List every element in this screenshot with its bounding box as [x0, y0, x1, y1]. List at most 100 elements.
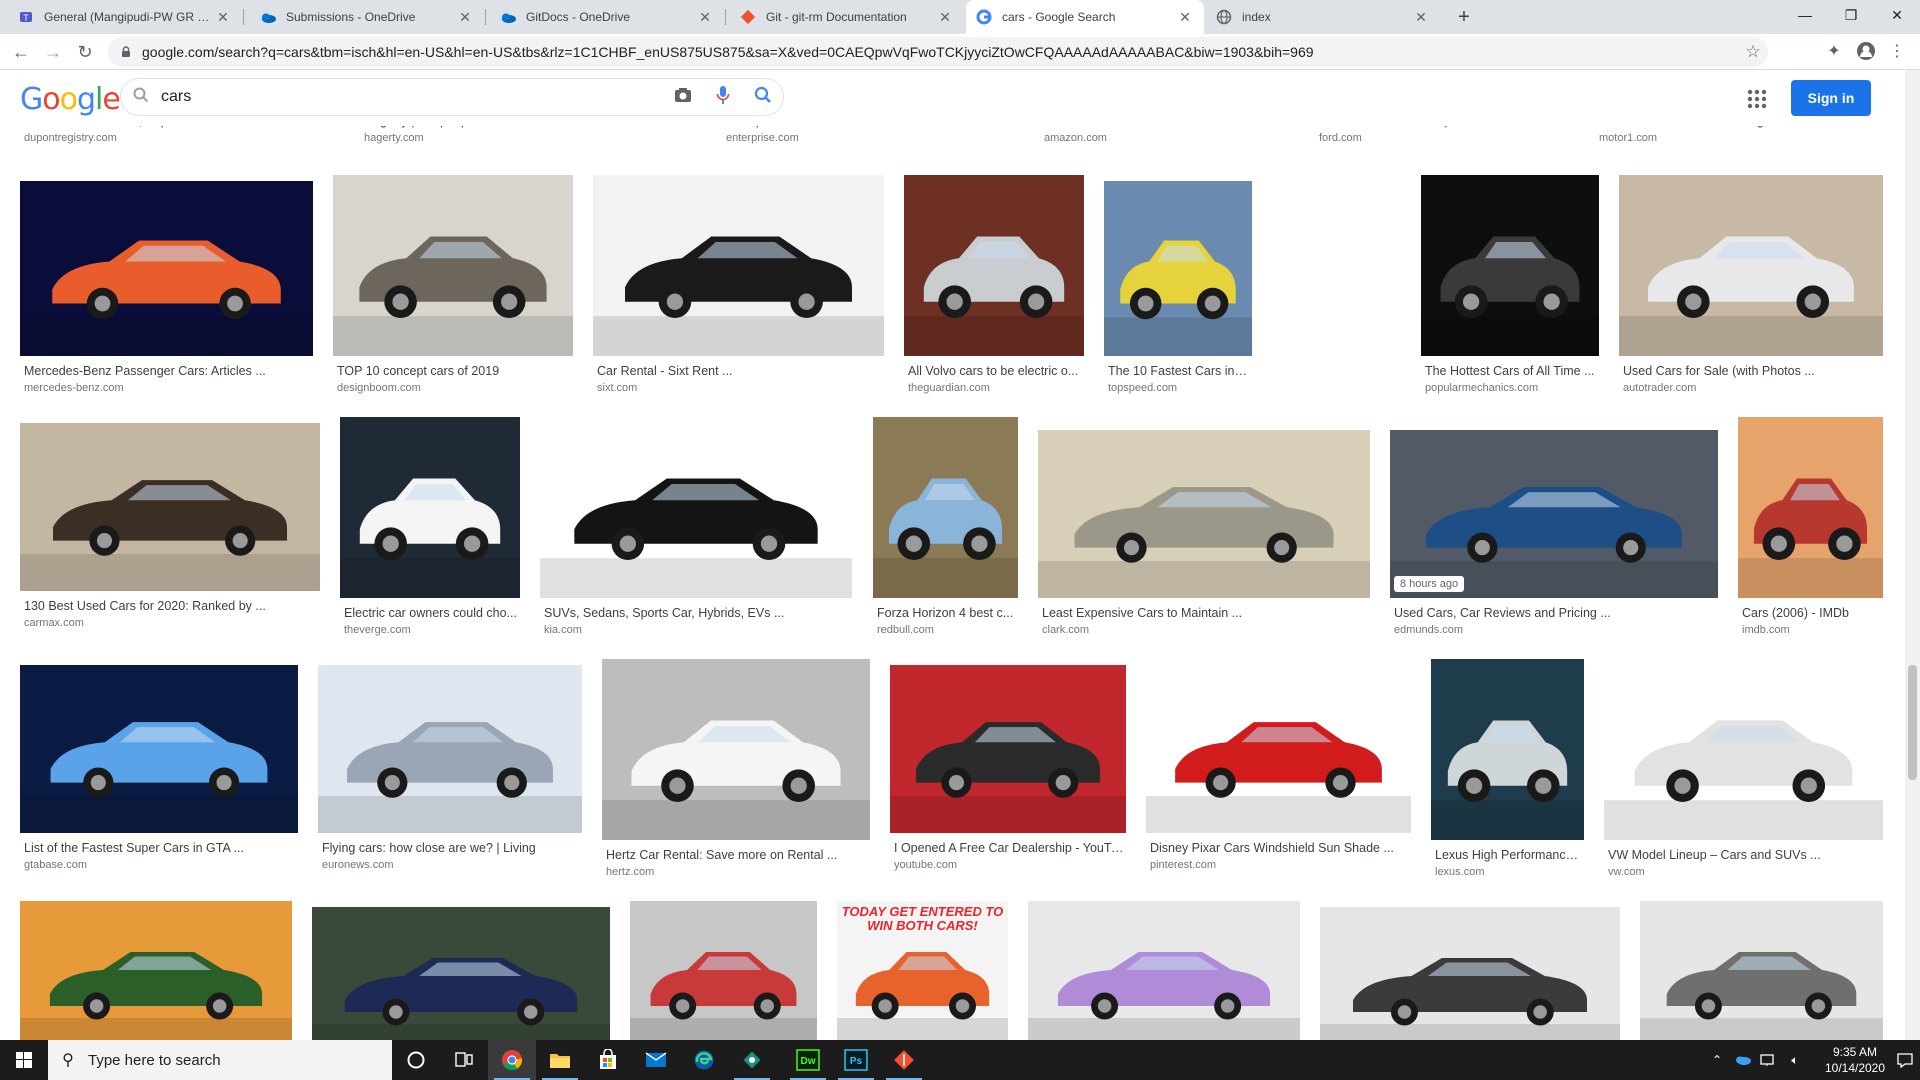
result-source[interactable]: clark.com: [1042, 624, 1089, 636]
result-caption[interactable]: Used Cars, Car Reviews and Pricing ...: [1394, 606, 1716, 620]
result-thumbnail[interactable]: [1028, 901, 1300, 1040]
result-source[interactable]: topspeed.com: [1108, 382, 1177, 394]
image-result-card[interactable]: Disney Pixar Cars Windshield Sun Shade .…: [1146, 665, 1411, 877]
tab-teams[interactable]: T General (Mangipudi-PW GR 11 S ✕: [8, 0, 242, 34]
result-caption[interactable]: Hagerty | For people who lo...: [364, 126, 548, 128]
result-caption[interactable]: Hertz Car Rental: Save more on Rental ..…: [606, 848, 868, 862]
result-thumbnail[interactable]: [873, 417, 1018, 598]
image-result-card[interactable]: Hagerty | For people who lo... hagerty.co…: [360, 126, 550, 150]
git-bash-icon[interactable]: [880, 1040, 928, 1080]
image-result-card[interactable]: Lexus High Performance... lexus.com: [1431, 659, 1584, 884]
chrome-icon[interactable]: [488, 1040, 536, 1080]
image-result-card[interactable]: [312, 907, 610, 1040]
menu-kebab-icon[interactable]: ⋮: [1886, 41, 1908, 63]
result-thumbnail[interactable]: [890, 665, 1126, 833]
result-thumbnail[interactable]: [1738, 417, 1883, 598]
image-result-card[interactable]: Used Cars for Sale (with Photos ... autot…: [1619, 175, 1883, 400]
tab-git-rm-docs[interactable]: Git - git-rm Documentation ✕: [730, 0, 964, 34]
search-box[interactable]: [120, 78, 784, 116]
image-result-card[interactable]: Forza Horizon 4 best c... redbull.com: [873, 417, 1018, 642]
store-icon[interactable]: [584, 1040, 632, 1080]
result-source[interactable]: mercedes-benz.com: [24, 382, 124, 394]
result-thumbnail[interactable]: 8 hours ago: [1390, 430, 1718, 598]
scrollbar-thumb[interactable]: [1908, 665, 1917, 780]
result-source[interactable]: designboom.com: [337, 382, 421, 394]
image-result-card[interactable]: 8 hours ago Used Cars, Car Reviews and Pr…: [1390, 430, 1718, 642]
onedrive-tray-icon[interactable]: [1731, 1040, 1755, 1080]
image-result-card[interactable]: 15 Future Cars Worth Waiting For motor1.c…: [1595, 126, 1895, 150]
result-source[interactable]: theguardian.com: [908, 382, 990, 394]
extensions-icon[interactable]: ✦: [1823, 41, 1845, 63]
result-thumbnail[interactable]: [1431, 659, 1584, 840]
result-thumbnail[interactable]: [340, 417, 520, 598]
result-thumbnail[interactable]: [20, 423, 320, 591]
network-icon[interactable]: [1757, 1040, 1781, 1080]
search-submit-icon[interactable]: [743, 86, 783, 109]
task-view-icon[interactable]: [440, 1040, 488, 1080]
result-source[interactable]: hertz.com: [606, 866, 654, 878]
edge-icon[interactable]: [680, 1040, 728, 1080]
result-thumbnail[interactable]: [1320, 907, 1620, 1040]
dreamweaver-icon[interactable]: Dw: [784, 1040, 832, 1080]
result-caption[interactable]: The Hottest Cars of All Time ...: [1425, 364, 1597, 378]
result-caption[interactable]: Enterprise Rent-A-Car: [726, 126, 1010, 128]
result-caption[interactable]: Used Cars for Sale (with Photos ...: [1623, 364, 1881, 378]
result-caption[interactable]: Electric car owners could cho...: [344, 606, 518, 620]
tab-submissions-onedrive[interactable]: Submissions - OneDrive ✕: [250, 0, 484, 34]
bookmark-star-icon[interactable]: ☆: [1738, 42, 1768, 62]
result-source[interactable]: pinterest.com: [1150, 859, 1216, 871]
result-source[interactable]: edmunds.com: [1394, 624, 1463, 636]
result-source[interactable]: carmax.com: [24, 617, 84, 629]
image-result-card[interactable]: Mercedes-Benz Passenger Cars: Articles .…: [20, 181, 313, 400]
result-thumbnail[interactable]: [1038, 430, 1370, 598]
image-result-card[interactable]: [20, 901, 292, 1040]
result-caption[interactable]: Car Rental - Sixt Rent ...: [597, 364, 882, 378]
close-window-icon[interactable]: ✕: [1874, 0, 1920, 30]
taskbar-search-box[interactable]: ⚲ Type here to search: [48, 1040, 392, 1080]
close-tab-icon[interactable]: ✕: [936, 9, 954, 26]
windows-start-icon[interactable]: [0, 1040, 48, 1080]
image-result-card[interactable]: New Cars from Ford® | Find the Best Car …: [1315, 126, 1585, 150]
mail-icon[interactable]: [632, 1040, 680, 1080]
image-result-card[interactable]: Cars (2006) - IMDb imdb.com: [1738, 417, 1883, 642]
image-result-card[interactable]: [1640, 901, 1883, 1040]
profile-icon[interactable]: [1855, 41, 1877, 63]
result-caption[interactable]: TOP 10 concept cars of 2019: [337, 364, 571, 378]
result-source[interactable]: youtube.com: [894, 859, 957, 871]
result-caption[interactable]: I Opened A Free Car Dealership - YouTu..…: [894, 841, 1124, 855]
result-source[interactable]: popularmechanics.com: [1425, 382, 1538, 394]
microphone-icon[interactable]: [703, 85, 743, 110]
result-source[interactable]: lexus.com: [1435, 866, 1485, 878]
tab-index[interactable]: index ✕: [1206, 0, 1440, 34]
new-tab-button[interactable]: +: [1452, 5, 1476, 29]
tab-gitdocs-onedrive[interactable]: GitDocs - OneDrive ✕: [490, 0, 724, 34]
result-thumbnail[interactable]: [318, 665, 582, 833]
file-explorer-icon[interactable]: [536, 1040, 584, 1080]
page-scrollbar[interactable]: [1905, 70, 1920, 1040]
close-tab-icon[interactable]: ✕: [1412, 9, 1430, 26]
image-result-card[interactable]: Exotic Cars For Sale, Supercars For ... d…: [20, 126, 315, 150]
result-thumbnail[interactable]: [602, 659, 870, 840]
result-caption[interactable]: All Volvo cars to be electric o...: [908, 364, 1082, 378]
google-apps-icon[interactable]: [1745, 87, 1769, 111]
result-caption[interactable]: 15 Future Cars Worth Waiting For: [1599, 126, 1893, 128]
photoshop-icon[interactable]: Ps: [832, 1040, 880, 1080]
forward-icon[interactable]: →: [41, 40, 65, 64]
result-source[interactable]: motor1.com: [1599, 132, 1657, 144]
image-result-card[interactable]: [551, 126, 701, 150]
result-source[interactable]: sixt.com: [597, 382, 637, 394]
image-result-card[interactable]: Least Expensive Cars to Maintain ... clar…: [1038, 430, 1370, 642]
result-source[interactable]: imdb.com: [1742, 624, 1790, 636]
result-thumbnail[interactable]: [1146, 665, 1411, 833]
result-caption[interactable]: Mercedes-Benz Passenger Cars: Articles .…: [24, 364, 311, 378]
result-source[interactable]: redbull.com: [877, 624, 934, 636]
result-caption[interactable]: Cars (2006) - IMDb: [1742, 606, 1881, 620]
result-thumbnail[interactable]: [1604, 659, 1883, 840]
image-result-card[interactable]: All Volvo cars to be electric o... thegua…: [904, 175, 1084, 400]
result-thumbnail[interactable]: [20, 181, 313, 356]
taskbar-clock[interactable]: 9:35 AM 10/14/2020: [1822, 1044, 1888, 1076]
image-result-card[interactable]: [1028, 901, 1300, 1040]
result-thumbnail[interactable]: [20, 901, 292, 1040]
result-caption[interactable]: Amazon.com: Hot Wheels 20 Car Gift Pack …: [1044, 126, 1323, 128]
result-source[interactable]: ford.com: [1319, 132, 1362, 144]
